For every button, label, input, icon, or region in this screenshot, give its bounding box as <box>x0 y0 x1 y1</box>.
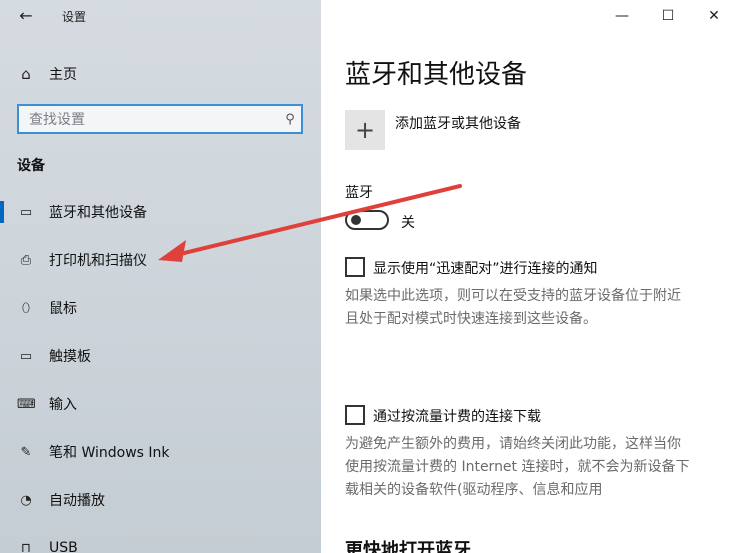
sidebar-item-label: 蓝牙和其他设备 <box>49 205 147 221</box>
swift-pair-label[interactable]: 显示使用“迅速配对”进行连接的通知 <box>373 258 598 278</box>
add-device-button[interactable]: + <box>345 110 385 150</box>
plus-icon: + <box>354 116 376 144</box>
swift-pair-description-line: 且处于配对模式时快速连接到这些设备。 <box>345 311 597 327</box>
metered-description-line: 载相关的设备软件(驱动程序、信息和应用 <box>345 482 603 498</box>
swift-pair-checkbox[interactable] <box>345 257 365 277</box>
sidebar-item-mouse[interactable]: ⬯ 鼠标 <box>0 284 321 332</box>
toggle-knob <box>351 215 361 225</box>
settings-sidebar: ← 设置 ⌂ 主页 查找设置 ⚲ 设备 ▭ 蓝牙和其他设备 ⎙ 打印机和扫描仪 … <box>0 0 321 553</box>
bluetooth-heading: 蓝牙 <box>345 185 373 201</box>
sidebar-item-usb[interactable]: ⊓ USB <box>0 524 321 553</box>
swift-pair-description-line: 如果选中此选项，则可以在受支持的蓝牙设备位于附近 <box>345 288 681 304</box>
search-icon[interactable]: ⚲ <box>279 112 301 127</box>
bluetooth-state-label: 关 <box>401 215 415 231</box>
quick-bluetooth-heading: 更快地打开蓝牙 <box>345 540 471 553</box>
bluetooth-devices-icon: ▭ <box>19 204 33 220</box>
page-title: 蓝牙和其他设备 <box>345 60 528 90</box>
back-arrow-icon[interactable]: ← <box>14 6 38 26</box>
selected-indicator <box>0 201 4 223</box>
mouse-icon: ⬯ <box>21 300 31 316</box>
search-input[interactable]: 查找设置 ⚲ <box>17 104 303 134</box>
sidebar-item-label: 鼠标 <box>49 301 77 317</box>
home-icon: ⌂ <box>21 65 31 83</box>
settings-content: — ☐ ✕ 蓝牙和其他设备 + 添加蓝牙或其他设备 蓝牙 关 显示使用“迅速配对… <box>321 0 737 553</box>
sidebar-item-bluetooth[interactable]: ▭ 蓝牙和其他设备 <box>0 188 321 236</box>
minimize-icon[interactable]: — <box>599 0 645 32</box>
keyboard-icon: ⌨ <box>17 396 36 412</box>
app-title: 设置 <box>62 10 87 24</box>
sidebar-item-label: 打印机和扫描仪 <box>49 253 147 269</box>
sidebar-nav: ▭ 蓝牙和其他设备 ⎙ 打印机和扫描仪 ⬯ 鼠标 ▭ 触摸板 ⌨ 输入 ✎ 笔和… <box>0 188 321 553</box>
usb-icon: ⊓ <box>20 540 32 553</box>
sidebar-item-label: 触摸板 <box>49 349 91 365</box>
sidebar-item-label: 笔和 Windows Ink <box>49 445 170 461</box>
search-placeholder: 查找设置 <box>29 112 85 128</box>
sidebar-item-touchpad[interactable]: ▭ 触摸板 <box>0 332 321 380</box>
metered-download-description: 为避免产生额外的费用，请始终关闭此功能，这样当你 使用按流量计费的 Intern… <box>345 433 717 502</box>
autoplay-icon: ◔ <box>20 492 32 508</box>
window-controls: — ☐ ✕ <box>599 0 737 32</box>
section-title: 设备 <box>17 158 45 174</box>
sidebar-item-label: 自动播放 <box>49 493 105 509</box>
touchpad-icon: ▭ <box>19 348 33 364</box>
home-nav-item[interactable]: ⌂ 主页 <box>0 58 321 90</box>
sidebar-item-label: USB <box>49 540 78 553</box>
metered-download-checkbox[interactable] <box>345 405 365 425</box>
home-label: 主页 <box>49 67 77 83</box>
metered-description-line: 使用按流量计费的 Internet 连接时，就不会为新设备下 <box>345 459 690 475</box>
metered-description-line: 为避免产生额外的费用，请始终关闭此功能，这样当你 <box>345 436 681 452</box>
maximize-icon[interactable]: ☐ <box>645 0 691 32</box>
sidebar-item-autoplay[interactable]: ◔ 自动播放 <box>0 476 321 524</box>
add-device-label[interactable]: 添加蓝牙或其他设备 <box>395 113 521 133</box>
sidebar-item-pen[interactable]: ✎ 笔和 Windows Ink <box>0 428 321 476</box>
sidebar-item-label: 输入 <box>49 397 77 413</box>
pen-icon: ✎ <box>20 444 32 460</box>
sidebar-item-printers[interactable]: ⎙ 打印机和扫描仪 <box>0 236 321 284</box>
printer-icon: ⎙ <box>20 252 32 268</box>
bluetooth-toggle[interactable] <box>345 210 389 230</box>
sidebar-titlebar: ← 设置 <box>0 0 321 33</box>
swift-pair-description: 如果选中此选项，则可以在受支持的蓝牙设备位于附近 且处于配对模式时快速连接到这些… <box>345 285 717 331</box>
close-icon[interactable]: ✕ <box>691 0 737 32</box>
metered-download-label[interactable]: 通过按流量计费的连接下载 <box>373 406 541 426</box>
sidebar-item-typing[interactable]: ⌨ 输入 <box>0 380 321 428</box>
